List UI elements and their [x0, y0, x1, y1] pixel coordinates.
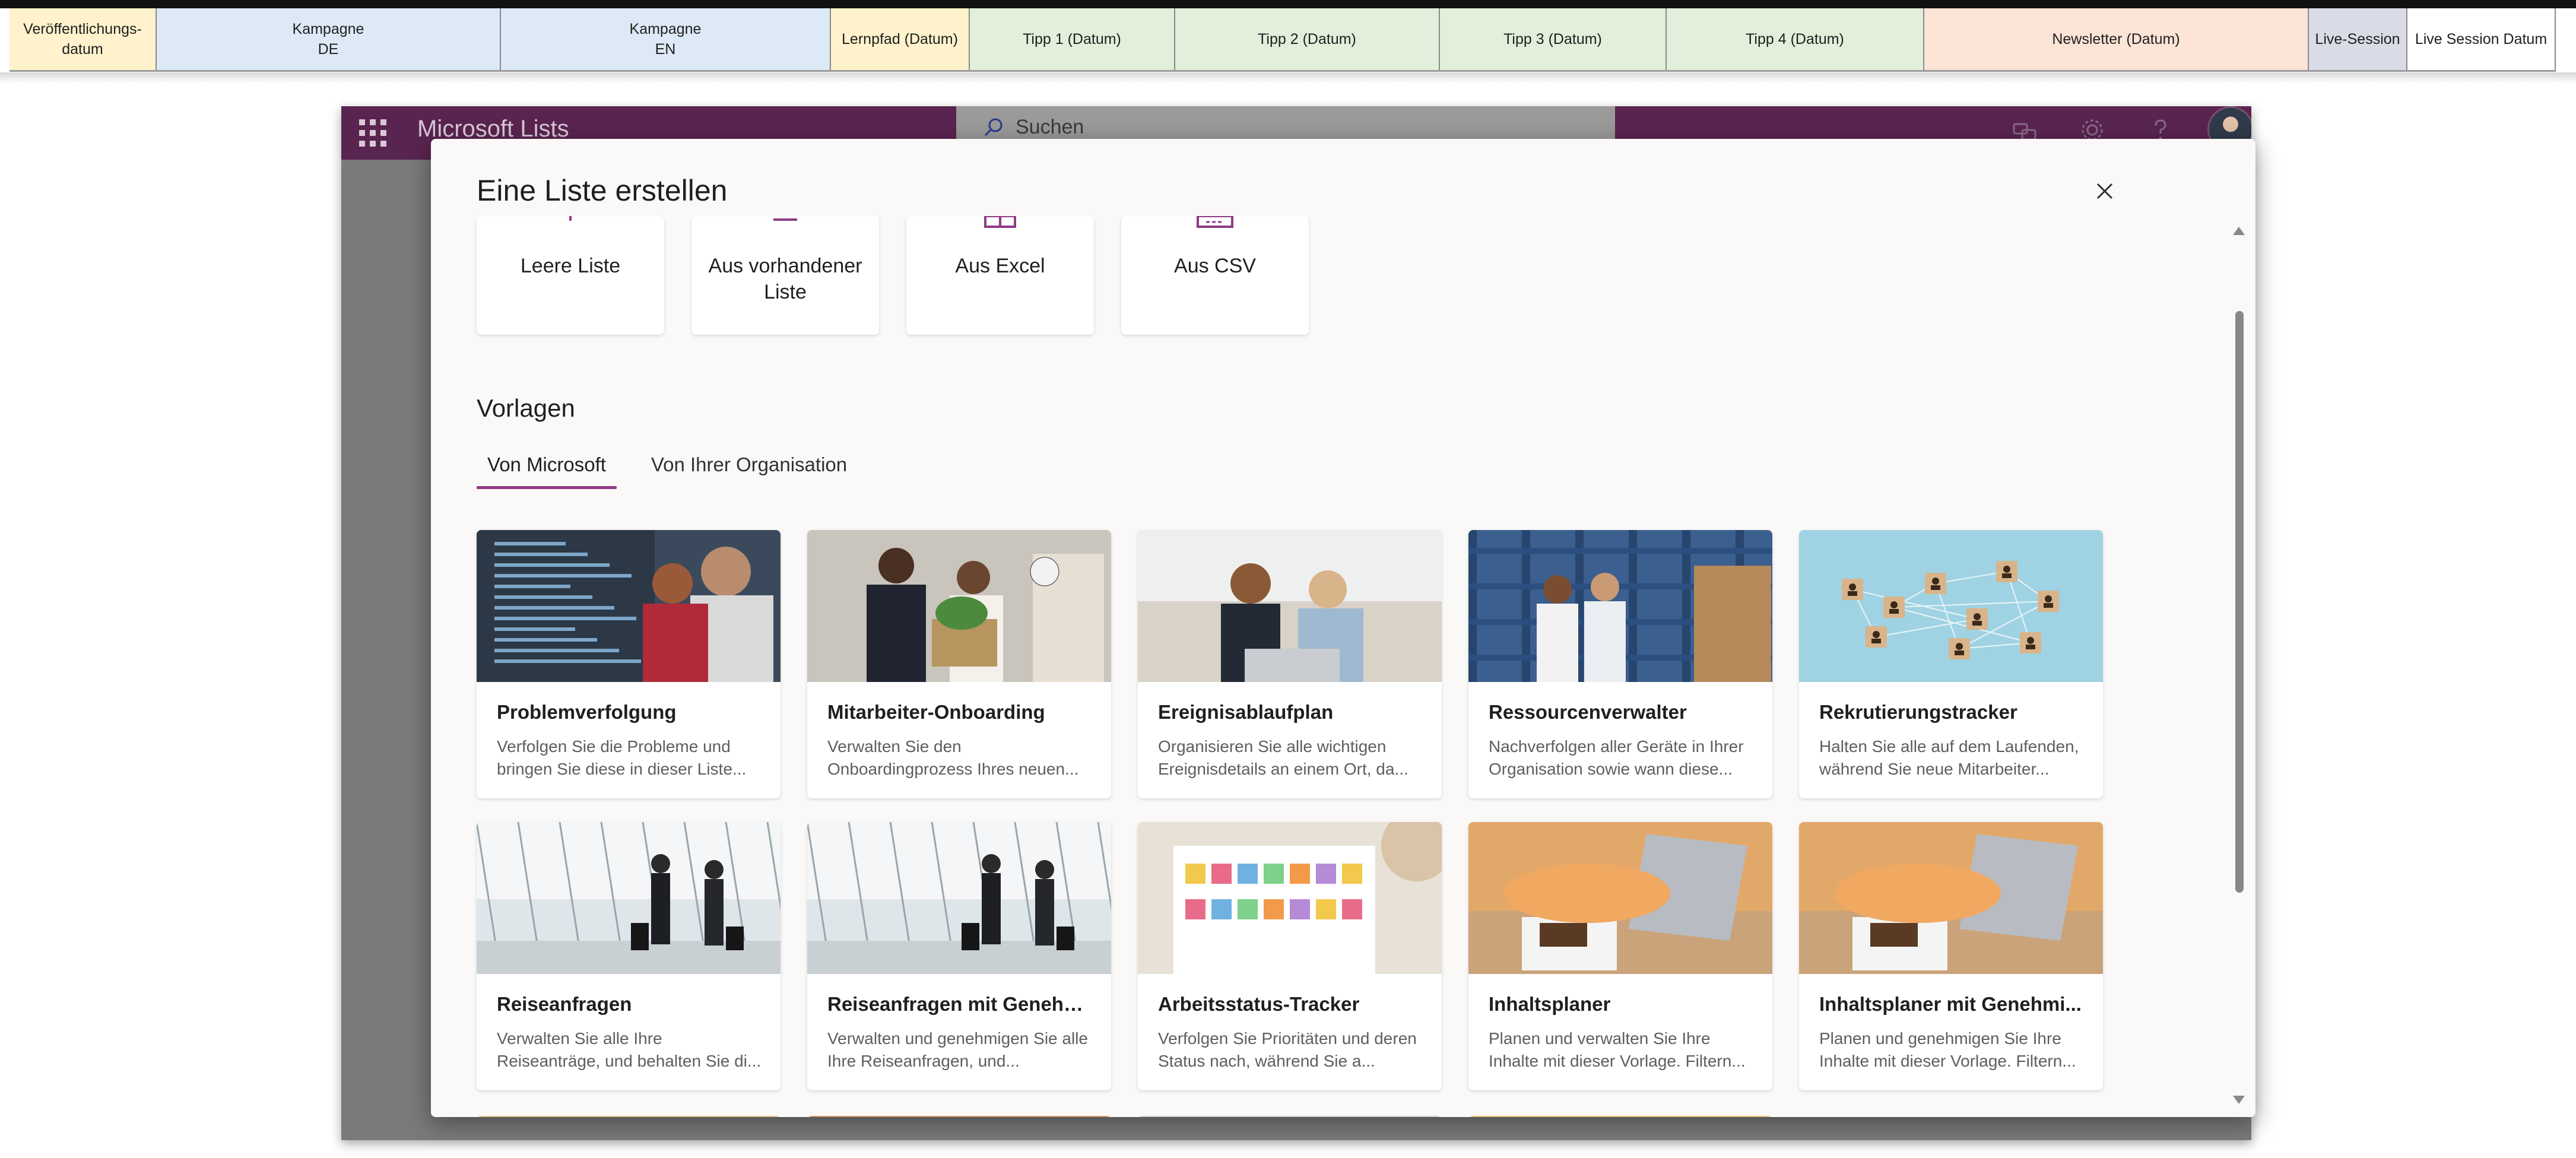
template-thumbnail	[477, 530, 781, 682]
template-card[interactable]: Ereignisablaufplan Organisieren Sie alle…	[1138, 530, 1442, 798]
search-icon	[984, 118, 1003, 137]
excel-icon	[984, 216, 1016, 228]
sheet-header-cell[interactable]: Tipp 4 (Datum)	[1667, 8, 1924, 70]
create-option-label: Aus vorhandener Liste	[708, 255, 862, 303]
scroll-down-arrow[interactable]	[2233, 1096, 2245, 1104]
template-description: Verwalten Sie alle Ihre Reiseanträge, un…	[497, 1029, 762, 1070]
template-description: Verwalten und genehmigen Sie alle Ihre R…	[827, 1029, 1088, 1070]
template-name: Inhaltsplaner mit Genehmi...	[1819, 993, 2082, 1015]
template-name: Reiseanfragen	[497, 993, 632, 1015]
sheet-header-cell[interactable]: Kampagne EN	[501, 8, 831, 70]
create-options: Leere Liste Aus vorhandener Liste Aus Ex…	[477, 216, 1309, 335]
csv-icon	[1197, 216, 1233, 228]
template-thumbnail	[1468, 822, 1772, 974]
spreadsheet-header-row: Veröffentlichungs- datum Kampagne DE Kam…	[9, 8, 2556, 72]
create-option-label: Aus CSV	[1174, 255, 1256, 277]
sheet-header-cell[interactable]: Tipp 2 (Datum)	[1175, 8, 1440, 70]
template-card-partial[interactable]	[477, 1116, 781, 1117]
excel-option[interactable]: Aus Excel	[906, 216, 1094, 335]
sheet-top-bar	[0, 0, 2576, 8]
template-description: Planen und genehmigen Sie Ihre Inhalte m…	[1819, 1029, 2076, 1070]
sheet-shadow	[0, 72, 2576, 83]
template-description: Verfolgen Sie die Probleme und bringen S…	[497, 737, 747, 778]
sheet-header-cell[interactable]: Newsletter (Datum)	[1924, 8, 2309, 70]
template-grid: Problemverfolgung Verfolgen Sie die Prob…	[477, 530, 2103, 1090]
template-description: Planen und verwalten Sie Ihre Inhalte mi…	[1489, 1029, 1746, 1070]
template-name: Ereignisablaufplan	[1158, 701, 1334, 723]
template-name: Inhaltsplaner	[1489, 993, 1611, 1015]
existing-list-icon	[773, 218, 797, 221]
template-card-partial[interactable]	[807, 1116, 1111, 1117]
template-tabs: Von Microsoft Von Ihrer Organisation	[477, 453, 858, 489]
template-card[interactable]: Reiseanfragen Verwalten Sie alle Ihre Re…	[477, 822, 781, 1090]
sheet-header-cell[interactable]: Lernpfad (Datum)	[831, 8, 970, 70]
template-card[interactable]: Inhaltsplaner mit Genehmi... Planen und …	[1799, 822, 2103, 1090]
dialog-title: Eine Liste erstellen	[477, 174, 728, 207]
template-description: Halten Sie alle auf dem Laufenden, währe…	[1819, 737, 2079, 778]
waffle-icon[interactable]	[359, 119, 386, 147]
create-option-label: Leere Liste	[520, 255, 621, 277]
sheet-header-cell[interactable]: Live Session Datum	[2407, 8, 2556, 70]
template-name: Mitarbeiter-Onboarding	[827, 701, 1045, 723]
template-thumbnail	[1799, 822, 2103, 974]
template-description: Nachverfolgen aller Geräte in Ihrer Orga…	[1489, 737, 1744, 778]
sheet-header-cell[interactable]: Veröffentlichungs- datum	[9, 8, 157, 70]
template-thumbnail	[1138, 822, 1442, 974]
sheet-header-cell[interactable]: Kampagne DE	[157, 8, 501, 70]
sheet-header-cell[interactable]: Tipp 1 (Datum)	[970, 8, 1175, 70]
template-name: Ressourcenverwalter	[1489, 701, 1687, 723]
template-thumbnail	[807, 822, 1111, 974]
template-name: Arbeitsstatus-Tracker	[1158, 993, 1360, 1015]
tab-von-microsoft[interactable]: Von Microsoft	[477, 453, 617, 489]
create-list-dialog: Eine Liste erstellen Leere Liste Aus vor…	[431, 139, 2255, 1117]
template-card-partial[interactable]	[1468, 1116, 1772, 1117]
create-option-label: Aus Excel	[955, 255, 1045, 277]
template-card[interactable]: Inhaltsplaner Planen und verwalten Sie I…	[1468, 822, 1772, 1090]
existing-list-option[interactable]: Aus vorhandener Liste	[691, 216, 879, 335]
template-thumbnail	[1138, 530, 1442, 682]
template-thumbnail	[1799, 530, 2103, 682]
close-icon[interactable]	[2093, 179, 2117, 203]
sheet-header-cell[interactable]: Live-Session	[2309, 8, 2407, 70]
template-description: Verwalten Sie den Onboardingprozess Ihre…	[827, 737, 1079, 778]
template-card[interactable]: Mitarbeiter-Onboarding Verwalten Sie den…	[807, 530, 1111, 798]
search-placeholder: Suchen	[1016, 115, 1084, 138]
templates-heading: Vorlagen	[477, 394, 575, 422]
template-description: Verfolgen Sie Prioritäten und deren Stat…	[1158, 1029, 1417, 1070]
csv-option[interactable]: Aus CSV	[1121, 216, 1309, 335]
template-card[interactable]: Rekrutierungstracker Halten Sie alle auf…	[1799, 530, 2103, 798]
template-description: Organisieren Sie alle wichtigen Ereignis…	[1158, 737, 1408, 778]
template-card[interactable]: Ressourcenverwalter Nachverfolgen aller …	[1468, 530, 1772, 798]
spreadsheet-background: Veröffentlichungs- datum Kampagne DE Kam…	[0, 0, 2576, 83]
template-thumbnail	[477, 822, 781, 974]
scroll-up-arrow[interactable]	[2233, 227, 2245, 235]
template-card[interactable]: Arbeitsstatus-Tracker Verfolgen Sie Prio…	[1138, 822, 1442, 1090]
blank-list-option[interactable]: Leere Liste	[477, 216, 664, 335]
template-card[interactable]: Reiseanfragen mit Genehm... Verwalten un…	[807, 822, 1111, 1090]
dialog-scrollbar-thumb[interactable]	[2235, 311, 2244, 893]
next-template-row	[477, 1116, 1772, 1117]
template-name: Reiseanfragen mit Genehm...	[827, 993, 1095, 1015]
template-name: Problemverfolgung	[497, 701, 677, 723]
dialog-scroll-area: Leere Liste Aus vorhandener Liste Aus Ex…	[431, 216, 2255, 1117]
tab-von-ihrer-organisation[interactable]: Von Ihrer Organisation	[640, 453, 858, 489]
template-name: Rekrutierungstracker	[1819, 701, 2017, 723]
template-thumbnail	[807, 530, 1111, 682]
template-card-partial[interactable]	[1138, 1116, 1442, 1117]
blank-list-icon	[569, 216, 572, 221]
template-thumbnail	[1468, 530, 1772, 682]
sheet-header-cell[interactable]: Tipp 3 (Datum)	[1440, 8, 1667, 70]
template-card[interactable]: Problemverfolgung Verfolgen Sie die Prob…	[477, 530, 781, 798]
